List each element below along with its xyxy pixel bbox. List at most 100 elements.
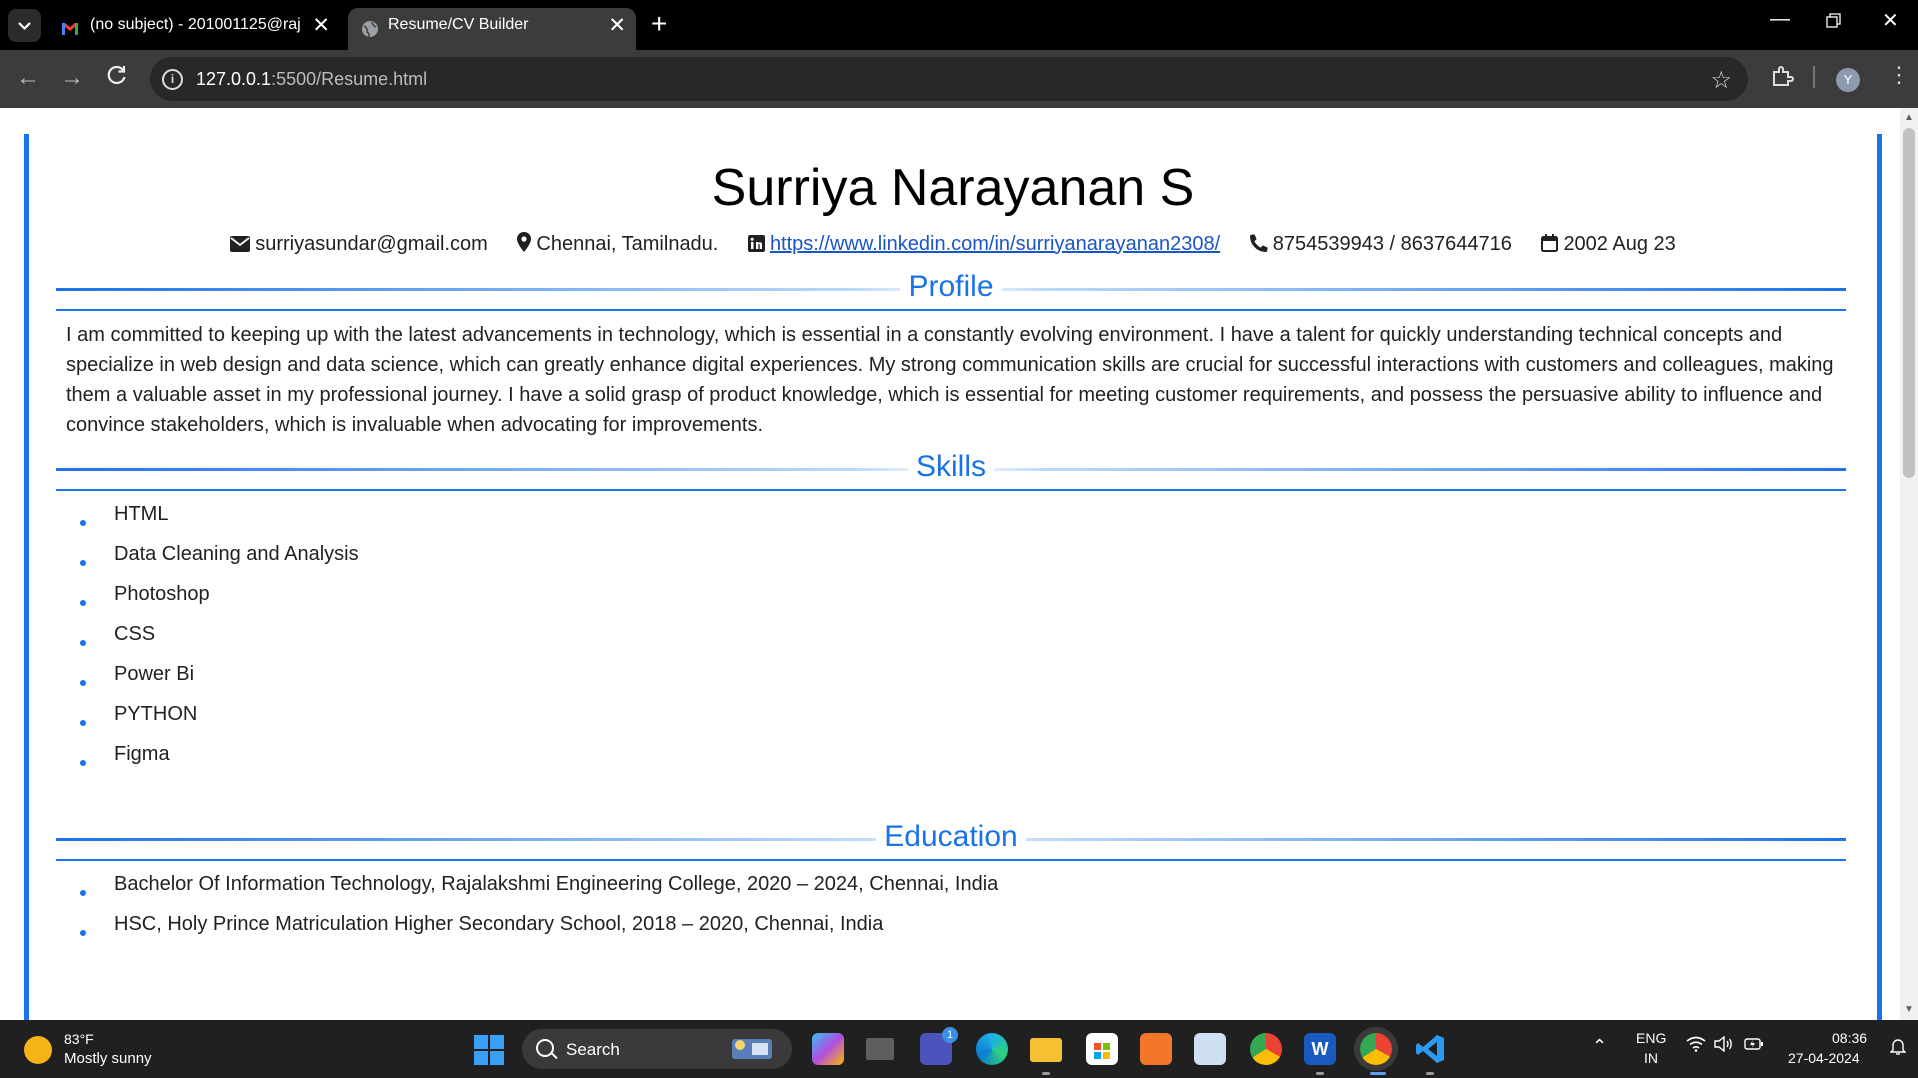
- search-highlight-icon: [732, 1039, 772, 1059]
- tab-search-button[interactable]: [8, 9, 41, 42]
- list-item: PYTHON: [74, 694, 359, 734]
- section-title-text: Profile: [900, 270, 1002, 303]
- close-window-icon[interactable]: ✕: [1882, 8, 1899, 33]
- contact-linkedin: https://www.linkedin.com/in/surriyanaray…: [747, 233, 1220, 256]
- clock-time[interactable]: 08:36: [1832, 1030, 1867, 1046]
- bookmark-star-icon[interactable]: ☆: [1710, 66, 1732, 95]
- chrome-profile-icon[interactable]: [1360, 1033, 1392, 1065]
- start-button[interactable]: [474, 1035, 504, 1065]
- section-header-skills: Skills: [56, 450, 1846, 483]
- notification-badge: 1: [942, 1027, 958, 1043]
- media-player-icon[interactable]: [1140, 1033, 1172, 1065]
- section-header-profile: Profile: [56, 270, 1846, 303]
- running-indicator: [1042, 1072, 1050, 1075]
- avatar[interactable]: Y: [1836, 68, 1860, 92]
- list-item: CSS: [74, 614, 359, 654]
- active-indicator: [1370, 1072, 1386, 1075]
- close-icon[interactable]: ✕: [608, 13, 626, 38]
- store-icon[interactable]: [1086, 1033, 1118, 1065]
- list-item: HTML: [74, 494, 359, 534]
- education-list: Bachelor Of Information Technology, Raja…: [74, 864, 998, 944]
- envelope-icon: [230, 235, 251, 252]
- profile-paragraph: I am committed to keeping up with the la…: [66, 324, 1834, 436]
- language-region: IN: [1644, 1050, 1658, 1066]
- forward-arrow-icon[interactable]: →: [60, 64, 84, 92]
- scroll-thumb[interactable]: [1903, 128, 1915, 478]
- url-host: 127.0.0.1: [196, 69, 272, 89]
- linkedin-link[interactable]: https://www.linkedin.com/in/surriyanaray…: [770, 233, 1220, 255]
- teams-icon[interactable]: 1: [920, 1027, 958, 1065]
- menu-kebab-icon[interactable]: ⋮: [1888, 62, 1910, 88]
- gmail-icon: [62, 23, 78, 35]
- taskbar-search[interactable]: Search: [522, 1029, 792, 1069]
- task-view-icon[interactable]: [866, 1038, 894, 1060]
- clock-date: 27-04-2024: [1788, 1050, 1860, 1066]
- back-arrow-icon[interactable]: ←: [16, 64, 40, 92]
- scroll-down-icon[interactable]: ▼: [1904, 1004, 1914, 1015]
- language-indicator[interactable]: ENG: [1636, 1030, 1666, 1046]
- list-item: HSC, Holy Prince Matriculation Higher Se…: [74, 904, 998, 944]
- section-title-text: Skills: [907, 450, 994, 483]
- list-item: Photoshop: [74, 574, 359, 614]
- reload-icon[interactable]: [106, 64, 128, 93]
- weather-temp: 83°F: [64, 1031, 94, 1047]
- divider: [56, 489, 1846, 491]
- divider: [56, 309, 1846, 311]
- list-item: Power Bi: [74, 654, 359, 694]
- chevron-up-icon[interactable]: ⌃: [1592, 1036, 1607, 1057]
- new-tab-button[interactable]: +: [651, 8, 667, 40]
- site-info-icon[interactable]: i: [162, 69, 183, 90]
- edge-icon[interactable]: [976, 1033, 1008, 1065]
- tab-gmail[interactable]: (no subject) - 201001125@rajalakshmi.edu…: [48, 8, 340, 50]
- address-bar[interactable]: i 127.0.0.1:5500/Resume.html ☆: [150, 57, 1748, 101]
- globe-icon: [362, 21, 378, 38]
- word-icon[interactable]: W: [1304, 1033, 1336, 1065]
- chevron-down-icon: [18, 22, 31, 31]
- tab-resume-builder[interactable]: Resume/CV Builder ✕: [348, 8, 636, 50]
- skills-list: HTML Data Cleaning and Analysis Photosho…: [74, 494, 359, 774]
- volume-icon[interactable]: [1714, 1035, 1734, 1055]
- contact-row: surriyasundar@gmail.com Chennai, Tamilna…: [29, 232, 1877, 256]
- vscode-icon[interactable]: [1414, 1033, 1446, 1065]
- windows-taskbar: 83°F Mostly sunny Search 1 W ⌃ ENG IN 08…: [0, 1020, 1918, 1078]
- sun-icon: [24, 1036, 52, 1064]
- tab-title: (no subject) - 201001125@rajalakshmi.edu…: [90, 16, 300, 33]
- resume-container: Surriya Narayanan S surriyasundar@gmail.…: [24, 134, 1882, 1020]
- phone-text: 8754539943 / 8637644716: [1272, 232, 1512, 255]
- search-icon: [536, 1039, 554, 1057]
- scroll-up-icon[interactable]: ▲: [1904, 112, 1914, 123]
- contact-dob: 2002 Aug 23: [1541, 233, 1676, 256]
- page-scrollbar[interactable]: ▲ ▼: [1900, 108, 1918, 1020]
- page-viewport: Surriya Narayanan S surriyasundar@gmail.…: [0, 108, 1900, 1020]
- notification-bell-icon[interactable]: [1889, 1038, 1907, 1059]
- performance-monitor-icon[interactable]: [1194, 1033, 1226, 1065]
- contact-phone: 8754539943 / 8637644716: [1249, 232, 1512, 256]
- url-text[interactable]: 127.0.0.1:5500/Resume.html: [196, 69, 427, 90]
- section-title: Skills: [56, 450, 1846, 484]
- close-icon[interactable]: ✕: [312, 13, 330, 38]
- phone-icon: [1249, 233, 1268, 252]
- restore-icon[interactable]: [1826, 12, 1842, 35]
- url-path: :5500/Resume.html: [271, 69, 428, 89]
- minimize-icon[interactable]: —: [1770, 8, 1790, 31]
- resume-name: Surriya Narayanan S: [711, 159, 1195, 217]
- linkedin-icon: [747, 234, 765, 252]
- running-indicator: [1426, 1072, 1434, 1075]
- chrome-icon[interactable]: [1250, 1033, 1282, 1065]
- extensions-icon[interactable]: [1770, 64, 1794, 93]
- section-header-education: Education: [56, 820, 1846, 853]
- copilot-icon[interactable]: [812, 1033, 844, 1065]
- battery-icon[interactable]: [1744, 1036, 1764, 1055]
- wifi-icon[interactable]: [1686, 1036, 1706, 1055]
- contact-email: surriyasundar@gmail.com: [230, 233, 488, 256]
- section-title: Profile: [56, 270, 1846, 304]
- list-item: Data Cleaning and Analysis: [74, 534, 359, 574]
- divider: [56, 859, 1846, 861]
- file-explorer-icon[interactable]: [1030, 1038, 1062, 1062]
- section-title: Education: [56, 820, 1846, 854]
- contact-location: Chennai, Tamilnadu.: [517, 232, 718, 256]
- list-item: Figma: [74, 734, 359, 774]
- location-text: Chennai, Tamilnadu.: [536, 233, 719, 255]
- calendar-icon: [1541, 233, 1559, 252]
- list-item: Bachelor Of Information Technology, Raja…: [74, 864, 998, 904]
